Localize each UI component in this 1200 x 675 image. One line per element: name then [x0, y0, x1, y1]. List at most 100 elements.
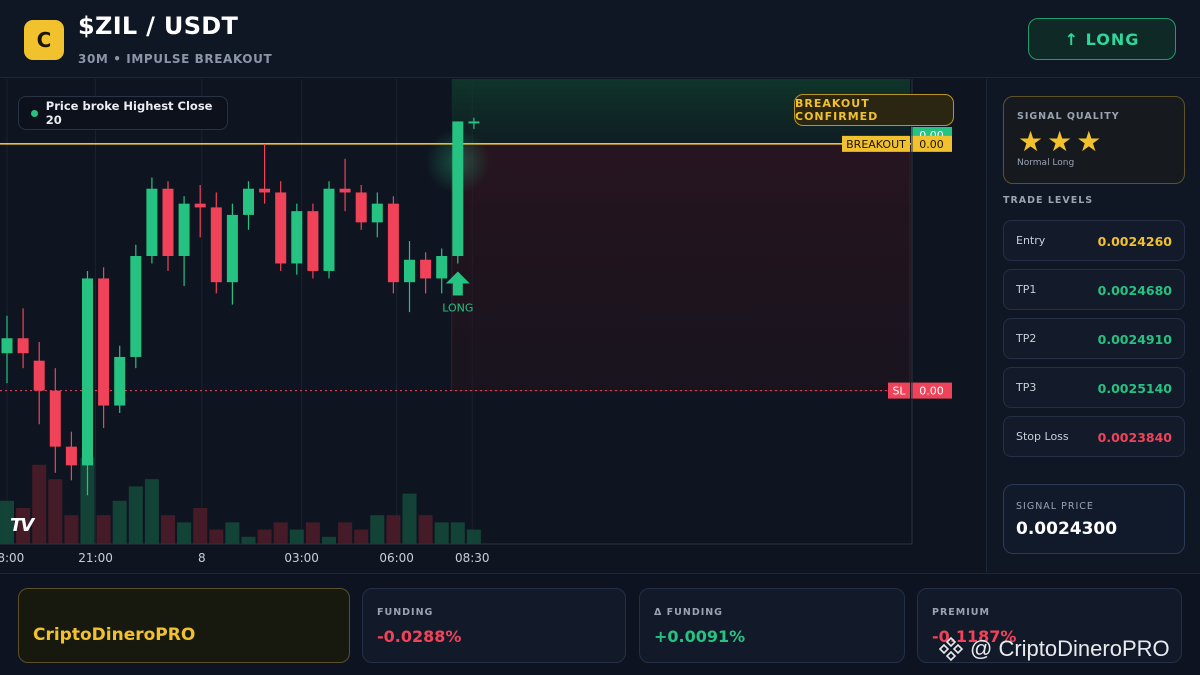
- volume-bar: [257, 529, 272, 544]
- volume-bar: [96, 515, 111, 544]
- candle-body: [387, 203, 399, 283]
- x-tick-label: 06:00: [379, 551, 414, 565]
- level-row-tp3: TP3 0.0025140: [1003, 367, 1185, 408]
- candle-body: [65, 446, 77, 466]
- volume-bar: [402, 493, 417, 544]
- volume-bars: [0, 457, 481, 544]
- watermark-text: @ CriptoDineroPRO: [970, 636, 1170, 661]
- x-tick-label: 8: [198, 551, 206, 565]
- candle-body: [323, 188, 335, 271]
- candle-body: [404, 259, 415, 283]
- level-value: 0.0025140: [1097, 381, 1172, 396]
- funding-label: FUNDING: [377, 607, 434, 618]
- candles: [1, 117, 480, 496]
- signal-quality-label: SIGNAL QUALITY: [1017, 111, 1120, 122]
- stop-loss-zone: [451, 143, 911, 392]
- volume-bar: [434, 522, 449, 544]
- candle-body: [307, 211, 319, 271]
- volume-bar: [289, 529, 304, 544]
- premium-label: PREMIUM: [932, 607, 990, 618]
- candle-body: [468, 121, 480, 124]
- candle-body: [49, 390, 61, 447]
- candle-body: [371, 203, 383, 223]
- volume-bar: [144, 479, 159, 544]
- brand-name: CriptoDineroPRO: [33, 625, 196, 645]
- signal-price-value: 0.0024300: [1016, 519, 1118, 539]
- breakout-note: Price broke Highest Close 20: [18, 96, 228, 130]
- x-tick-label: 18:00: [0, 551, 24, 565]
- volume-bar: [128, 486, 143, 544]
- volume-bar: [241, 536, 256, 544]
- breakout-label-tag: BREAKOUT: [846, 138, 906, 151]
- signal-side-panel: SIGNAL QUALITY ★★★ Normal Long TRADE LEV…: [986, 79, 1200, 572]
- candle-body: [162, 188, 174, 257]
- volume-bar: [32, 464, 47, 544]
- delta-funding-label: Δ FUNDING: [654, 607, 723, 618]
- delta-funding-card: Δ FUNDING +0.0091%: [639, 588, 905, 663]
- candle-body: [226, 214, 238, 283]
- funding-card: FUNDING -0.0288%: [362, 588, 626, 663]
- volume-bar: [193, 508, 208, 544]
- candle-body: [210, 207, 222, 283]
- volume-bar: [450, 522, 465, 544]
- candle-body: [194, 203, 206, 208]
- brand-card: CriptoDineroPRO: [18, 588, 350, 663]
- candle-body: [339, 188, 351, 193]
- pair-title: $ZIL / USDT: [78, 12, 239, 40]
- chart-grid: [6, 79, 473, 544]
- level-row-tp2: TP2 0.0024910: [1003, 318, 1185, 359]
- signal-quality-card: SIGNAL QUALITY ★★★ Normal Long: [1003, 96, 1185, 184]
- long-signal-label: LONG: [442, 301, 473, 314]
- binance-icon: [938, 636, 964, 662]
- volume-bar: [177, 522, 192, 544]
- candle-body: [114, 356, 126, 406]
- pair-subtitle: 30M • IMPULSE BREAKOUT: [78, 52, 273, 66]
- header-bar: C $ZIL / USDT 30M • IMPULSE BREAKOUT ↑ L…: [0, 0, 1200, 78]
- candle-body: [355, 192, 367, 223]
- tradingview-logo[interactable]: TV: [10, 515, 34, 536]
- signal-quality-desc: Normal Long: [1017, 158, 1075, 168]
- signal-price-card: SIGNAL PRICE 0.0024300: [1003, 484, 1185, 554]
- long-signal-button[interactable]: ↑ LONG: [1028, 18, 1176, 60]
- volume-bar: [466, 529, 481, 544]
- volume-bar: [161, 515, 175, 544]
- volume-bar: [370, 515, 385, 544]
- volume-bar: [354, 529, 369, 544]
- level-row-entry: Entry 0.0024260: [1003, 220, 1185, 261]
- volume-bar: [48, 479, 63, 544]
- candlestick-chart: 0.00BREAKOUT0.00SL0.00 LONG 18:0021:0080…: [0, 79, 952, 565]
- sl-label-tag: SL: [892, 385, 906, 398]
- volume-bar: [386, 515, 401, 544]
- level-value: 0.0024680: [1097, 283, 1172, 298]
- candle-body: [275, 192, 287, 264]
- candle-body: [98, 278, 110, 406]
- volume-bar: [273, 522, 288, 544]
- sl-price-tag: 0.00: [919, 385, 944, 398]
- volume-bar: [322, 536, 336, 544]
- breakout-price-tag: 0.00: [919, 138, 944, 151]
- trade-levels-title: TRADE LEVELS: [1003, 195, 1094, 206]
- candle-body: [178, 203, 190, 257]
- candle-body: [291, 211, 303, 264]
- status-dot-icon: [31, 109, 38, 117]
- level-value: 0.0024910: [1097, 332, 1172, 347]
- x-tick-label: 21:00: [78, 551, 113, 565]
- signal-glow: [425, 129, 490, 194]
- volume-bar: [209, 529, 224, 544]
- level-row-stop-loss: Stop Loss 0.0023840: [1003, 416, 1185, 457]
- candle-body: [420, 259, 432, 279]
- coin-logo: C: [24, 20, 64, 60]
- level-value: 0.0023840: [1097, 430, 1172, 445]
- candle-body: [243, 188, 254, 215]
- candle-body: [259, 188, 271, 193]
- funding-value: -0.0288%: [377, 627, 462, 646]
- volume-bar: [338, 522, 353, 544]
- breakout-confirmed-badge: BREAKOUT CONFIRMED: [794, 94, 954, 126]
- volume-bar: [305, 522, 320, 544]
- signal-price-label: SIGNAL PRICE: [1016, 501, 1094, 512]
- breakout-note-text: Price broke Highest Close 20: [45, 99, 213, 127]
- price-chart[interactable]: 0.00BREAKOUT0.00SL0.00 LONG 18:0021:0080…: [0, 79, 985, 572]
- volume-bar: [418, 515, 433, 544]
- candle-body: [33, 360, 45, 391]
- x-tick-label: 08:30: [455, 551, 490, 565]
